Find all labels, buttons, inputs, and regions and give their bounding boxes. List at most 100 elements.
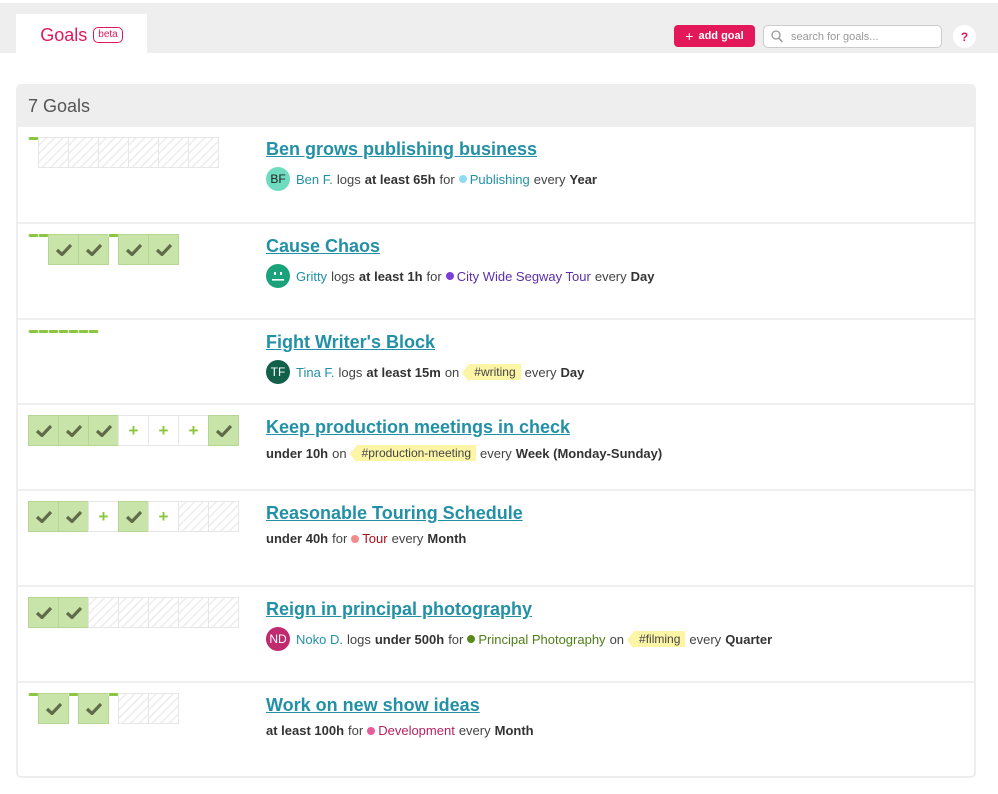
streak-cell-done[interactable] [88, 415, 119, 446]
streak-cell-empty[interactable] [148, 693, 179, 724]
goal-row: + + Reasonable Touring Schedule under 40h fo… [18, 489, 974, 585]
goal-period: Quarter [725, 631, 773, 647]
streak-cell-done[interactable] [38, 693, 69, 724]
plus-icon: + [98, 507, 109, 526]
search-box[interactable] [763, 25, 942, 48]
goal-description: TF Tina F. logs at least 15m on #writing every… [266, 360, 588, 384]
avatar: TF [266, 360, 290, 384]
streak-cell-plus[interactable]: + [118, 415, 149, 446]
tag-label[interactable]: #writing [462, 364, 521, 382]
streak-tracker [28, 693, 179, 724]
avatar: ND [266, 627, 290, 651]
streak-cell-empty[interactable] [148, 597, 179, 628]
goal-description: under 10h on #production-meeting every Week … [266, 445, 666, 463]
checkmark-icon [45, 702, 62, 715]
streak-cell-done[interactable] [58, 415, 89, 446]
user-name-link[interactable]: Noko D. [296, 632, 343, 647]
every-text: every [524, 364, 557, 380]
goal-period: Month [427, 531, 467, 546]
search-icon [771, 30, 783, 43]
streak-cell-empty[interactable] [178, 597, 209, 628]
streak-cell-done[interactable] [58, 597, 89, 628]
goal-title-link[interactable]: Fight Writer's Block [266, 332, 435, 353]
streak-cell-plus[interactable]: + [88, 501, 119, 532]
streak-cell-plus[interactable]: + [148, 415, 179, 446]
user-name-link[interactable]: Tina F. [296, 365, 335, 380]
goal-body: Cause Chaos Gritty logs at least 1h for City … [266, 236, 659, 288]
verb-text: logs [336, 171, 361, 187]
project-name-link[interactable]: Principal Photography [478, 632, 605, 647]
streak-cell-done[interactable] [118, 234, 149, 265]
project-name-link[interactable]: Development [378, 723, 455, 738]
streak-cell-empty[interactable] [38, 137, 69, 168]
streak-cell-empty[interactable] [118, 597, 149, 628]
streak-cell-done[interactable] [28, 415, 59, 446]
goal-title-link[interactable]: Ben grows publishing business [266, 139, 537, 160]
dash-icon [69, 693, 78, 696]
streak-cell-empty[interactable] [98, 137, 129, 168]
streak-cell-done[interactable] [118, 501, 149, 532]
checkmark-icon [95, 424, 112, 437]
checkmark-icon [65, 606, 82, 619]
goal-title-link[interactable]: Reasonable Touring Schedule [266, 503, 523, 524]
streak-cell-empty[interactable] [88, 597, 119, 628]
streak-cell-done[interactable] [148, 234, 179, 265]
streak-cell-done[interactable] [48, 234, 79, 265]
user-name-link[interactable]: Gritty [296, 269, 327, 284]
project-name-link[interactable]: City Wide Segway Tour [457, 269, 591, 284]
goal-row: + + + Keep production meetings in check unde… [18, 403, 974, 489]
dash-icon [109, 693, 118, 696]
dash-icon [29, 234, 38, 237]
streak-cell-done[interactable] [28, 501, 59, 532]
every-text: every [458, 723, 491, 738]
search-input[interactable] [789, 29, 929, 44]
goal-amount: at least 15m [366, 364, 441, 380]
streak-cell-done[interactable] [58, 501, 89, 532]
tag-label[interactable]: #filming [626, 631, 686, 649]
streak-cell-done[interactable] [78, 693, 109, 724]
goal-row: Ben grows publishing business BF Ben F. log… [18, 127, 974, 222]
dash-icon [39, 330, 48, 333]
streak-cell-done[interactable] [208, 415, 239, 446]
tag-label[interactable]: #production-meeting [349, 445, 476, 463]
dash-icon [89, 330, 98, 333]
goal-title-link[interactable]: Work on new show ideas [266, 695, 480, 716]
streak-cell-empty[interactable] [128, 137, 159, 168]
connector-text: for [439, 171, 455, 187]
user-name-link[interactable]: Ben F. [296, 172, 333, 187]
streak-cell-done[interactable] [28, 597, 59, 628]
streak-cell-done[interactable] [78, 234, 109, 265]
goal-amount: under 40h [266, 531, 329, 546]
streak-cell-plus[interactable]: + [178, 415, 209, 446]
project-name-link[interactable]: Tour [362, 531, 387, 546]
streak-cell-empty[interactable] [68, 137, 99, 168]
streak-cell-dash[interactable] [88, 330, 99, 333]
checkmark-icon [125, 243, 142, 256]
streak-cell-empty[interactable] [118, 693, 149, 724]
streak-cell-empty[interactable] [208, 597, 239, 628]
goal-title-link[interactable]: Cause Chaos [266, 236, 380, 257]
help-button[interactable]: ? [953, 25, 976, 48]
goal-period: Day [560, 364, 585, 380]
plus-icon: + [188, 421, 199, 440]
project-color-dot [351, 534, 360, 543]
streak-cell-empty[interactable] [188, 137, 219, 168]
streak-cell-plus[interactable]: + [148, 501, 179, 532]
every-text: every [689, 631, 722, 647]
goal-amount: at least 1h [358, 268, 423, 284]
goal-description: ND Noko D. logs under 500h for Principal Phot… [266, 627, 776, 651]
verb-text: logs [338, 364, 363, 380]
smiley-icon [272, 272, 284, 281]
goals-panel: 7 Goals Ben grows publishing business BF B… [16, 84, 976, 778]
streak-tracker: + + [28, 501, 239, 532]
every-text: every [594, 268, 627, 284]
streak-cell-empty[interactable] [158, 137, 189, 168]
every-text: every [391, 531, 424, 546]
streak-cell-empty[interactable] [178, 501, 209, 532]
tab-goals[interactable]: Goals beta [16, 14, 147, 56]
add-goal-button[interactable]: + add goal [674, 25, 755, 47]
streak-cell-empty[interactable] [208, 501, 239, 532]
project-name-link[interactable]: Publishing [470, 172, 530, 187]
goal-title-link[interactable]: Reign in principal photography [266, 599, 532, 620]
goal-title-link[interactable]: Keep production meetings in check [266, 417, 570, 438]
